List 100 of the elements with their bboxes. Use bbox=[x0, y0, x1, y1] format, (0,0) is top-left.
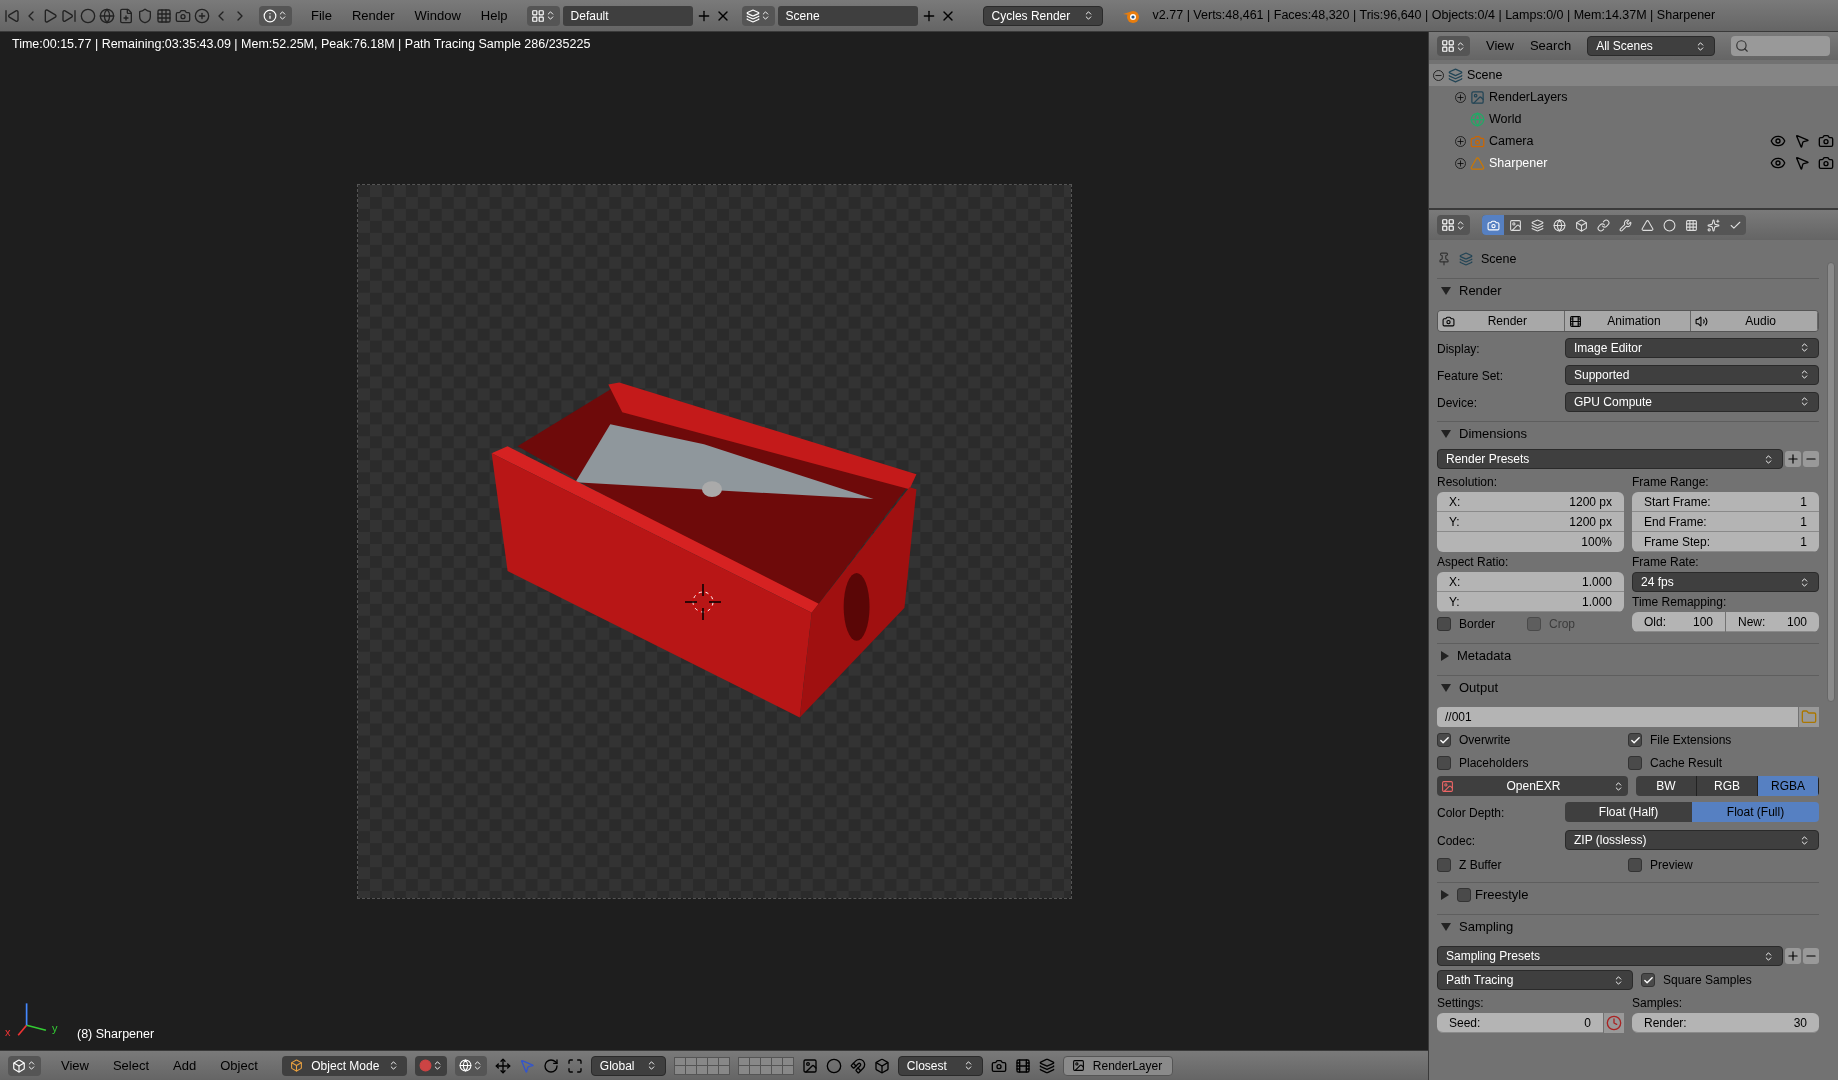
menu-item[interactable]: View bbox=[61, 1055, 89, 1076]
sampling-presets-dropdown[interactable]: Sampling Presets bbox=[1437, 946, 1783, 966]
render-layer-button[interactable]: RenderLayer bbox=[1062, 1055, 1173, 1076]
render-samples-field[interactable]: Render: 30 bbox=[1632, 1013, 1819, 1033]
color-depth-toggle[interactable]: Float (Full) bbox=[1692, 802, 1819, 822]
expand-icon[interactable] bbox=[1455, 91, 1466, 103]
editor-type-button[interactable] bbox=[1437, 215, 1470, 235]
checkbox[interactable] bbox=[1628, 756, 1642, 770]
percentage-field[interactable]: 100% bbox=[1437, 532, 1624, 552]
clock-icon[interactable] bbox=[1604, 1013, 1624, 1033]
panel-header[interactable]: Output bbox=[1437, 675, 1819, 699]
menu-item[interactable]: Object bbox=[220, 1055, 258, 1076]
checkbox[interactable] bbox=[1628, 858, 1642, 872]
checkbox[interactable] bbox=[1437, 756, 1451, 770]
menu-item[interactable]: Help bbox=[480, 5, 508, 26]
film-icon[interactable] bbox=[1014, 1057, 1031, 1074]
menu-item[interactable]: Search bbox=[1529, 36, 1572, 56]
layout-selector-button[interactable] bbox=[526, 5, 560, 26]
scene-field[interactable]: Scene bbox=[777, 5, 918, 26]
seed-field[interactable]: Seed: 0 bbox=[1437, 1013, 1603, 1033]
panel-header[interactable]: Sampling bbox=[1437, 914, 1819, 938]
checkbox[interactable] bbox=[1437, 733, 1451, 747]
renderable-camera-icon[interactable] bbox=[1818, 155, 1834, 171]
magnet-icon[interactable] bbox=[849, 1057, 866, 1074]
panel-header[interactable]: Freestyle bbox=[1437, 882, 1819, 906]
codec-dropdown[interactable]: ZIP (lossless) bbox=[1565, 830, 1819, 850]
globe-icon[interactable] bbox=[99, 7, 115, 24]
editor-type-button[interactable] bbox=[1437, 36, 1470, 56]
selectable-cursor-icon[interactable] bbox=[1794, 133, 1810, 149]
render-presets-dropdown[interactable]: Render Presets bbox=[1437, 449, 1783, 469]
mode-dropdown[interactable]: Object Mode bbox=[281, 1055, 407, 1076]
render-action-button[interactable]: Render bbox=[1438, 311, 1565, 331]
pivot-dropdown[interactable] bbox=[454, 1055, 487, 1076]
info-editor-button[interactable] bbox=[259, 5, 292, 26]
menu-item[interactable]: Window bbox=[414, 5, 461, 26]
aspect-ratio-field[interactable]: X: 1.000 bbox=[1437, 572, 1624, 592]
renderable-camera-icon[interactable] bbox=[1818, 133, 1834, 149]
checkbox[interactable] bbox=[1641, 973, 1655, 987]
render-action-button[interactable]: Animation bbox=[1564, 311, 1692, 331]
manipulator-icon[interactable] bbox=[494, 1057, 511, 1074]
scene-selector-button[interactable] bbox=[741, 5, 775, 26]
resolution-field[interactable]: Y: 1200 px bbox=[1437, 512, 1624, 532]
add-preset-icon[interactable] bbox=[1785, 451, 1801, 467]
add-preset-icon[interactable] bbox=[1785, 948, 1801, 964]
setting-dropdown[interactable]: Image Editor bbox=[1565, 337, 1819, 358]
frame-rate-dropdown[interactable]: 24 fps bbox=[1632, 572, 1819, 592]
panel-header[interactable]: Render bbox=[1437, 278, 1819, 302]
menu-item[interactable]: Select bbox=[112, 1055, 150, 1076]
shading-dropdown[interactable] bbox=[414, 1055, 447, 1076]
menu-item[interactable]: View bbox=[1486, 36, 1514, 56]
panel-header[interactable]: Metadata bbox=[1437, 643, 1819, 667]
shield-icon[interactable] bbox=[137, 7, 153, 24]
frame-range-field[interactable]: End Frame: 1 bbox=[1632, 512, 1819, 532]
visibility-eye-icon[interactable] bbox=[1770, 155, 1786, 171]
frame-range-field[interactable]: Start Frame: 1 bbox=[1632, 492, 1819, 512]
outliner-row[interactable]: World bbox=[1429, 108, 1838, 130]
camera-icon[interactable] bbox=[175, 7, 191, 24]
layer-grid[interactable] bbox=[673, 1056, 730, 1075]
circle-icon[interactable] bbox=[825, 1057, 842, 1074]
outliner-row[interactable]: RenderLayers bbox=[1429, 86, 1838, 108]
color-mode-toggle[interactable]: BW bbox=[1636, 776, 1697, 796]
frame-range-field[interactable]: Frame Step: 1 bbox=[1632, 532, 1819, 552]
scene-filter-dropdown[interactable]: All Scenes bbox=[1587, 36, 1716, 56]
add-circle-icon[interactable] bbox=[194, 7, 210, 24]
jump-start-icon[interactable] bbox=[4, 7, 20, 24]
scale-icon[interactable] bbox=[566, 1057, 583, 1074]
remove-preset-icon[interactable] bbox=[1803, 451, 1819, 467]
output-path-field[interactable]: //001 bbox=[1437, 707, 1798, 727]
expand-icon[interactable] bbox=[1455, 135, 1466, 147]
outliner-row[interactable]: Sharpener bbox=[1429, 152, 1838, 174]
new-file-icon[interactable] bbox=[118, 7, 134, 24]
resolution-field[interactable]: X: 1200 px bbox=[1437, 492, 1624, 512]
checkbox[interactable] bbox=[1628, 733, 1642, 747]
render-action-button[interactable]: Audio bbox=[1691, 311, 1818, 331]
setting-dropdown[interactable]: GPU Compute bbox=[1565, 391, 1819, 412]
color-depth-toggle[interactable]: Float (Half) bbox=[1565, 802, 1692, 822]
layer-grid[interactable] bbox=[737, 1056, 794, 1075]
render-engine-dropdown[interactable]: Cycles Render bbox=[982, 5, 1103, 26]
snap-target-dropdown[interactable]: Closest bbox=[897, 1055, 983, 1076]
pin-icon[interactable] bbox=[1437, 252, 1451, 266]
color-mode-toggle[interactable]: RGB bbox=[1697, 776, 1758, 796]
jump-end-icon[interactable] bbox=[61, 7, 77, 24]
setting-dropdown[interactable]: Supported bbox=[1565, 364, 1819, 385]
panel-header[interactable]: Dimensions bbox=[1437, 421, 1819, 445]
outliner-row[interactable]: Scene bbox=[1429, 64, 1838, 86]
time-remap-field[interactable]: Old: 100 bbox=[1632, 612, 1725, 632]
layout-field[interactable]: Default bbox=[562, 5, 693, 26]
image-icon[interactable] bbox=[801, 1057, 818, 1074]
orientation-dropdown[interactable]: Global bbox=[590, 1055, 666, 1076]
cube-icon[interactable] bbox=[873, 1057, 890, 1074]
menu-item[interactable]: Render bbox=[351, 5, 395, 26]
selectable-cursor-icon[interactable] bbox=[1794, 155, 1810, 171]
properties-tab[interactable] bbox=[1482, 215, 1504, 235]
expand-icon[interactable] bbox=[1455, 157, 1466, 169]
checkbox[interactable] bbox=[1437, 617, 1451, 631]
menu-item[interactable]: Add bbox=[173, 1055, 197, 1076]
menu-item[interactable]: File bbox=[311, 5, 332, 26]
checkbox[interactable] bbox=[1457, 887, 1471, 902]
play-icon[interactable] bbox=[42, 7, 58, 24]
checkbox[interactable] bbox=[1437, 858, 1451, 872]
